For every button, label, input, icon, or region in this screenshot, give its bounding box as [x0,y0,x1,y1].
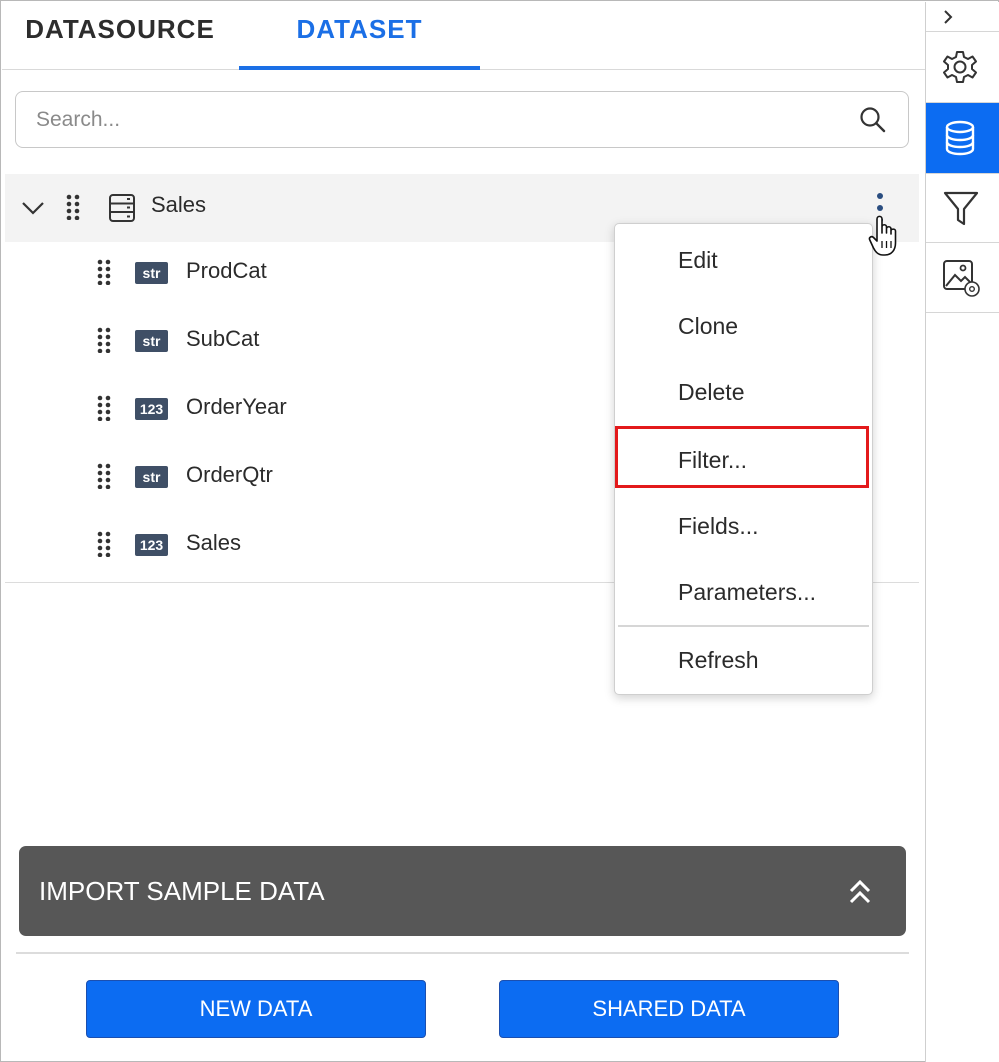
rail-filter-button[interactable] [926,173,999,243]
highlight-annotation-box [615,426,869,488]
chevron-down-icon[interactable] [20,196,46,220]
footer-divider [16,952,909,954]
menu-item-refresh[interactable]: Refresh [615,627,872,693]
type-badge-number: 123 [135,534,168,556]
type-badge-string: str [135,466,168,488]
filter-icon [943,191,979,226]
tab-dataset[interactable]: DATASET [239,2,480,70]
drag-handle-icon[interactable] [97,463,111,489]
menu-item-parameters[interactable]: Parameters... [615,559,872,625]
drag-handle-icon[interactable] [66,194,80,220]
shared-data-button[interactable]: SHARED DATA [499,980,839,1038]
database-icon [945,120,975,156]
menu-item-fields[interactable]: Fields... [615,493,872,559]
rail-settings-button[interactable] [926,33,999,103]
import-sample-data-label: IMPORT SAMPLE DATA [39,876,325,906]
drag-handle-icon[interactable] [97,531,111,557]
field-label: OrderQtr [186,462,273,487]
image-settings-icon [943,260,980,297]
right-rail [925,2,999,1062]
table-icon [109,194,135,222]
menu-item-clone[interactable]: Clone [615,293,872,359]
tab-datasource[interactable]: DATASOURCE [2,2,238,70]
type-badge-number: 123 [135,398,168,420]
type-badge-string: str [135,330,168,352]
field-label: ProdCat [186,258,267,283]
properties-panel: DATASOURCE DATASET Sales [0,0,999,1062]
menu-item-delete[interactable]: Delete [615,359,872,425]
rail-collapse-button[interactable] [926,2,999,32]
drag-handle-icon[interactable] [97,395,111,421]
rail-image-settings-button[interactable] [926,243,999,313]
search-input[interactable] [36,104,836,136]
drag-handle-icon[interactable] [97,327,111,353]
field-label: Sales [186,530,242,555]
gear-icon [943,51,977,83]
drag-handle-icon[interactable] [97,259,111,285]
search-box [15,91,909,148]
field-label: OrderYear [186,394,287,419]
import-sample-data-bar[interactable]: IMPORT SAMPLE DATA [19,846,906,936]
chevron-right-icon [944,10,953,24]
menu-item-edit[interactable]: Edit [615,227,872,293]
new-data-button[interactable]: NEW DATA [86,980,426,1038]
hand-pointer-cursor-icon [868,215,897,256]
tree-root-label: Sales [151,192,207,217]
field-label: SubCat [186,326,260,351]
rail-data-button[interactable] [926,103,999,173]
search-icon[interactable] [858,105,888,135]
type-badge-string: str [135,262,168,284]
active-tab-indicator [239,66,480,70]
double-chevron-up-icon[interactable] [847,878,873,906]
tab-bar: DATASOURCE DATASET [2,2,925,70]
